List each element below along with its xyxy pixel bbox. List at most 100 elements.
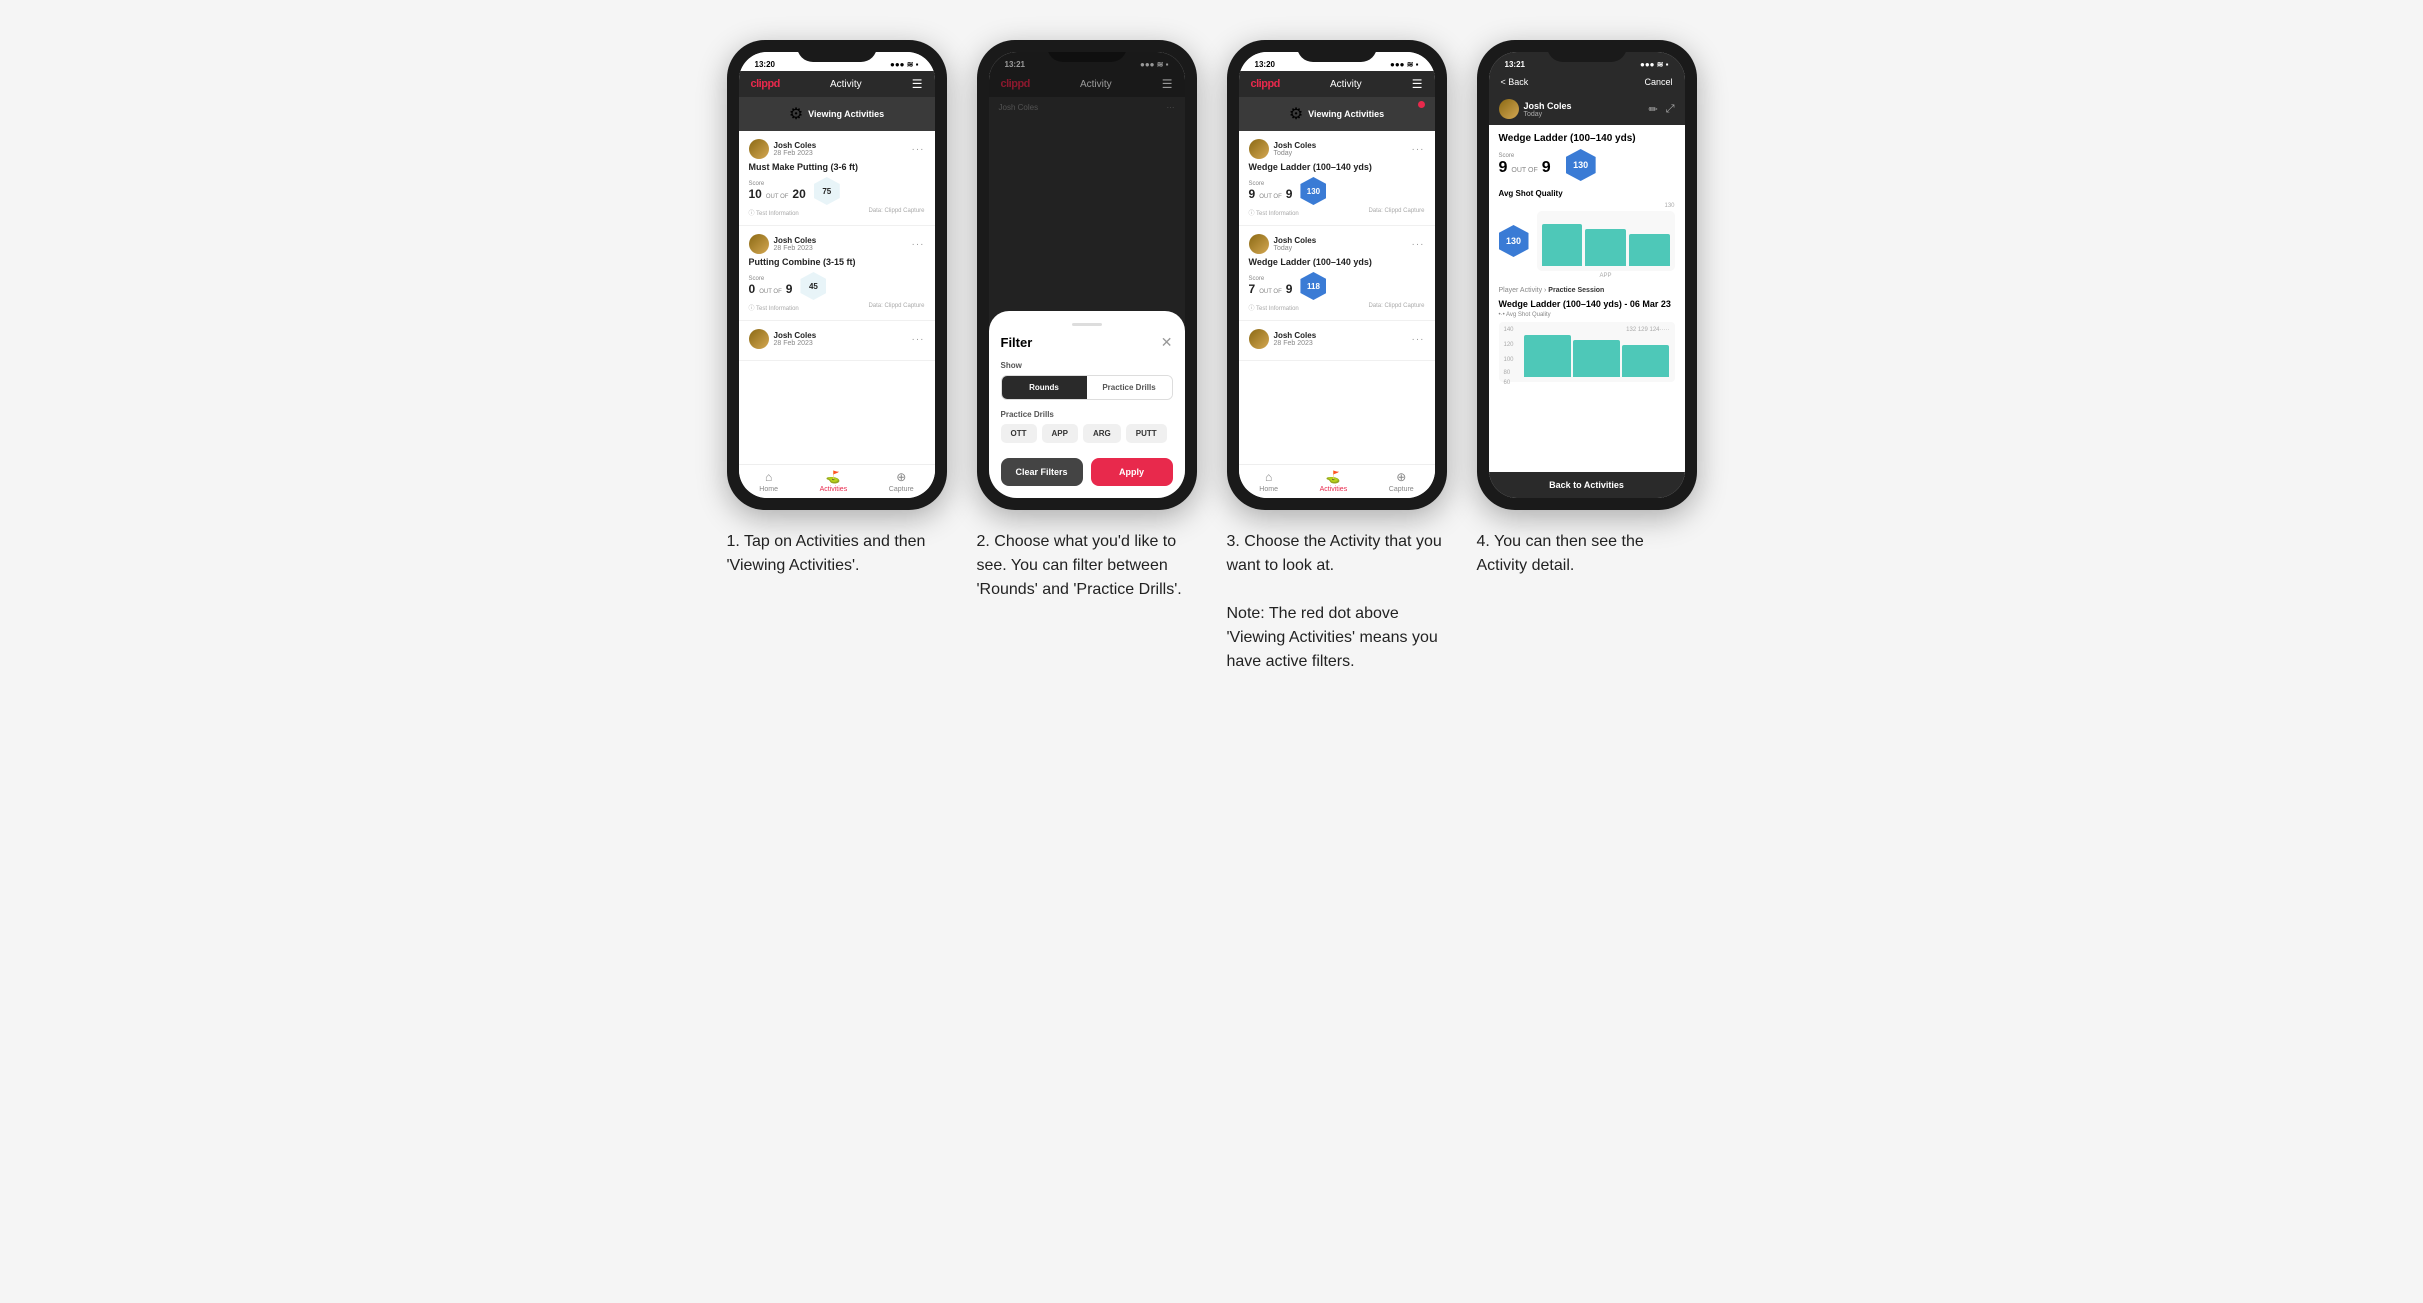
filter-actions: Clear Filters Apply bbox=[1001, 458, 1173, 486]
detail-user-date: Today bbox=[1524, 111, 1572, 118]
nav-activities-label-1: Activities bbox=[820, 486, 848, 493]
more-dots-3-2[interactable]: ··· bbox=[1412, 239, 1425, 250]
stats-row-2: Score 0 OUT OF 9 45 bbox=[749, 272, 925, 300]
phone-2-container: 13:21 ●●● ≋ ▪ clippd Activity ☰ Josh Col… bbox=[977, 40, 1197, 602]
signal-1: ●●● ≋ ▪ bbox=[890, 60, 918, 69]
user-date-3-3: 28 Feb 2023 bbox=[1274, 340, 1317, 347]
nav-home-1[interactable]: ⌂ Home bbox=[759, 470, 778, 493]
card-footer-1: ⓘ Test Information Data: Clippd Capture bbox=[749, 208, 925, 217]
app-title-1: Activity bbox=[830, 79, 862, 90]
capture-icon-3: ⊕ bbox=[1396, 470, 1406, 484]
status-icons-4: ●●● ≋ ▪ bbox=[1640, 60, 1668, 69]
user-name-3-1: Josh Coles bbox=[1274, 141, 1317, 150]
app-logo-3: clippd bbox=[1251, 78, 1280, 90]
hamburger-icon-1[interactable]: ☰ bbox=[912, 77, 923, 91]
clear-filters-button[interactable]: Clear Filters bbox=[1001, 458, 1083, 486]
nav-capture-1[interactable]: ⊕ Capture bbox=[889, 470, 914, 493]
nav-capture-label-3: Capture bbox=[1389, 486, 1414, 493]
activities-icon-3: ⛳ bbox=[1326, 470, 1341, 484]
card-footer-2: ⓘ Test Information Data: Clippd Capture bbox=[749, 303, 925, 312]
app-pill[interactable]: APP bbox=[1042, 424, 1078, 443]
edit-icon[interactable]: ✏ bbox=[1648, 103, 1657, 116]
activities-icon-1: ⛳ bbox=[826, 470, 841, 484]
nav-activities-1[interactable]: ⛳ Activities bbox=[820, 470, 848, 493]
activity-card-2[interactable]: Josh Coles 28 Feb 2023 ··· Putting Combi… bbox=[739, 226, 935, 321]
user-info-2: Josh Coles 28 Feb 2023 bbox=[749, 234, 817, 254]
more-dots-1[interactable]: ··· bbox=[912, 144, 925, 155]
user-date-2: 28 Feb 2023 bbox=[774, 245, 817, 252]
activity-card-1[interactable]: Josh Coles 28 Feb 2023 ··· Must Make Put… bbox=[739, 131, 935, 226]
phone-2-screen: 13:21 ●●● ≋ ▪ clippd Activity ☰ Josh Col… bbox=[989, 52, 1185, 498]
detail-sq-hex: 130 bbox=[1566, 149, 1596, 181]
card-footer-3-2: ⓘ Test Information Data: Clippd Capture bbox=[1249, 303, 1425, 312]
more-dots-3-3[interactable]: ··· bbox=[1412, 334, 1425, 345]
nav-activities-3[interactable]: ⛳ Activities bbox=[1320, 470, 1348, 493]
hamburger-icon-3[interactable]: ☰ bbox=[1412, 77, 1423, 91]
phone-3-screen: 13:20 ●●● ≋ ▪ clippd Activity ☰ ⚙ Viewin… bbox=[1239, 52, 1435, 498]
detail-content: Wedge Ladder (100–140 yds) Score 9 OUT O… bbox=[1489, 125, 1685, 472]
filter-handle bbox=[1072, 323, 1102, 326]
detail-score: 9 bbox=[1499, 159, 1508, 177]
phone-1-notch bbox=[797, 40, 877, 62]
filter-icon-1: ⚙ bbox=[789, 104, 803, 124]
player-activity-label: Player Activity › Practice Session bbox=[1499, 287, 1675, 294]
viewing-banner-3[interactable]: ⚙ Viewing Activities bbox=[1239, 97, 1435, 131]
detail-user-name: Josh Coles bbox=[1524, 101, 1572, 111]
card-header-3-3: Josh Coles 28 Feb 2023 ··· bbox=[1249, 329, 1425, 349]
rounds-toggle[interactable]: Rounds bbox=[1002, 376, 1087, 399]
desc-2: 2. Choose what you'd like to see. You ca… bbox=[977, 530, 1197, 602]
viewing-banner-1[interactable]: ⚙ Viewing Activities bbox=[739, 97, 935, 131]
activity-card-3[interactable]: Josh Coles 28 Feb 2023 ··· bbox=[739, 321, 935, 361]
user-date-3-2: Today bbox=[1274, 245, 1317, 252]
back-button[interactable]: < Back bbox=[1501, 77, 1529, 87]
user-date-1: 28 Feb 2023 bbox=[774, 150, 817, 157]
chart-bar-2 bbox=[1585, 229, 1626, 267]
more-dots-2[interactable]: ··· bbox=[912, 239, 925, 250]
user-info-3-1: Josh Coles Today bbox=[1249, 139, 1317, 159]
cancel-button[interactable]: Cancel bbox=[1644, 77, 1672, 87]
time-4: 13:21 bbox=[1505, 60, 1525, 69]
filter-icon-3: ⚙ bbox=[1289, 104, 1303, 124]
filter-close-button[interactable]: ✕ bbox=[1161, 334, 1173, 351]
more-dots-3[interactable]: ··· bbox=[912, 334, 925, 345]
wedge-detail-title: Wedge Ladder (100–140 yds) - 06 Mar 23 bbox=[1499, 299, 1675, 309]
avg-sq-sub: •·• Avg Shot Quality bbox=[1499, 312, 1675, 318]
activity-card-3-3[interactable]: Josh Coles 28 Feb 2023 ··· bbox=[1239, 321, 1435, 361]
stats-row-3-2: Score 7 OUT OF 9 118 bbox=[1249, 272, 1425, 300]
avatar-3 bbox=[749, 329, 769, 349]
sq-hex-3-1: 130 bbox=[1300, 177, 1326, 205]
expand-icon[interactable]: ⤢ bbox=[1666, 103, 1675, 116]
ott-pill[interactable]: OTT bbox=[1001, 424, 1037, 443]
nav-home-3[interactable]: ⌂ Home bbox=[1259, 470, 1278, 493]
arg-pill[interactable]: ARG bbox=[1083, 424, 1121, 443]
practice-drills-toggle[interactable]: Practice Drills bbox=[1087, 376, 1172, 399]
back-activities-button[interactable]: Back to Activities bbox=[1489, 472, 1685, 498]
phone-3-notch bbox=[1297, 40, 1377, 62]
nav-capture-3[interactable]: ⊕ Capture bbox=[1389, 470, 1414, 493]
score-block-3-1: Score 9 OUT OF 9 bbox=[1249, 181, 1293, 201]
putt-pill[interactable]: PUTT bbox=[1126, 424, 1167, 443]
phone-1-container: 13:20 ●●● ≋ ▪ clippd Activity ☰ ⚙ Viewin… bbox=[727, 40, 947, 578]
signal-3: ●●● ≋ ▪ bbox=[1390, 60, 1418, 69]
more-dots-3-1[interactable]: ··· bbox=[1412, 144, 1425, 155]
avatar-1 bbox=[749, 139, 769, 159]
bottom-nav-3: ⌂ Home ⛳ Activities ⊕ Capture bbox=[1239, 464, 1435, 498]
apply-button[interactable]: Apply bbox=[1091, 458, 1173, 486]
nav-home-label-1: Home bbox=[759, 486, 778, 493]
status-icons-1: ●●● ≋ ▪ bbox=[890, 60, 918, 69]
app-header-3: clippd Activity ☰ bbox=[1239, 71, 1435, 97]
activity-card-3-2[interactable]: Josh Coles Today ··· Wedge Ladder (100–1… bbox=[1239, 226, 1435, 321]
user-info-3-2: Josh Coles Today bbox=[1249, 234, 1317, 254]
nav-home-label-3: Home bbox=[1259, 486, 1278, 493]
capture-icon-1: ⊕ bbox=[896, 470, 906, 484]
nav-capture-label-1: Capture bbox=[889, 486, 914, 493]
activity-card-3-1[interactable]: Josh Coles Today ··· Wedge Ladder (100–1… bbox=[1239, 131, 1435, 226]
filter-toggle-row: Rounds Practice Drills bbox=[1001, 375, 1173, 400]
signal-4: ●●● ≋ ▪ bbox=[1640, 60, 1668, 69]
chart-max: 130 bbox=[1537, 203, 1675, 209]
detail-score-block: Score 9 OUT OF 9 bbox=[1499, 153, 1551, 177]
avg-hex: 130 bbox=[1499, 225, 1529, 257]
home-icon-1: ⌂ bbox=[765, 470, 772, 484]
activity-title-3-2: Wedge Ladder (100–140 yds) bbox=[1249, 257, 1425, 267]
chart-bar-1 bbox=[1542, 224, 1583, 267]
